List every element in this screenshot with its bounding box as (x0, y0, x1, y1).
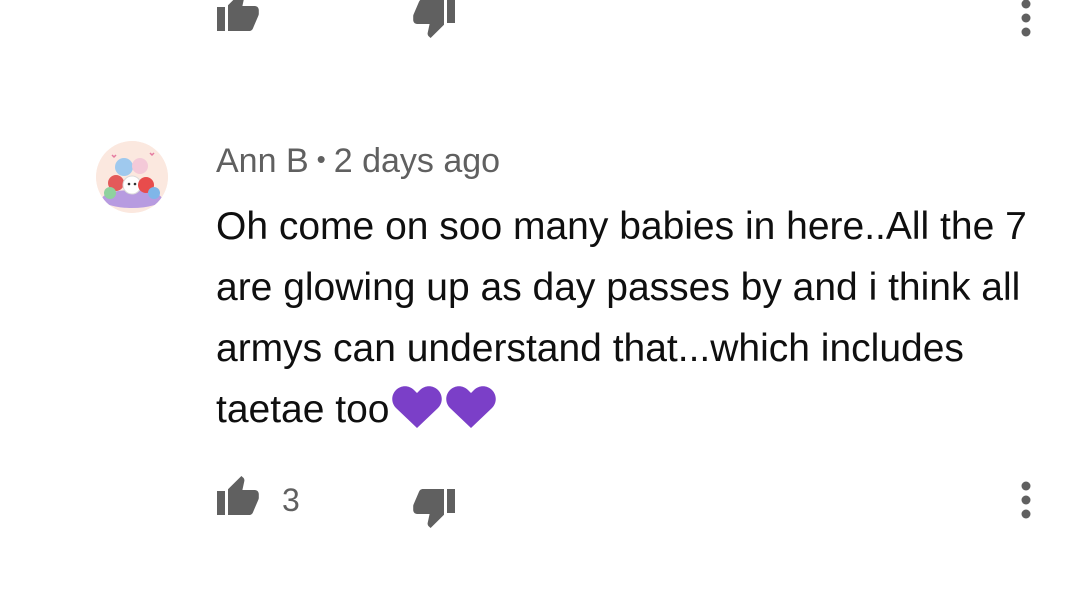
thumbs-down-icon (413, 489, 455, 528)
meta-separator: • (316, 144, 326, 174)
thumbs-up-icon[interactable] (214, 0, 266, 38)
purple-heart-icon (445, 385, 497, 446)
comment-time: 2 days ago (333, 142, 501, 180)
purple-heart-icon (391, 385, 443, 446)
comment-text-block: Oh come on soo many babies in here..All … (216, 196, 1046, 446)
comments-page: Ann B • 2 days ago Oh come on soo many bab… (0, 0, 1080, 607)
author-name[interactable]: Ann B (216, 142, 309, 180)
previous-comment-actions (0, 0, 1080, 46)
thumbs-down-icon[interactable] (406, 0, 458, 44)
comment-text: Oh come on soo many babies in here..All … (216, 205, 1027, 431)
like-count: 3 (282, 482, 300, 518)
more-vert-icon (1021, 481, 1031, 519)
avatar[interactable] (96, 141, 168, 213)
like-button[interactable] (214, 470, 266, 522)
more-vert-icon[interactable] (1006, 0, 1046, 44)
dislike-button[interactable] (406, 482, 458, 534)
comment-meta: Ann B • 2 days ago (216, 141, 500, 183)
comment-menu-button[interactable] (1006, 474, 1046, 526)
thumbs-up-icon (217, 476, 259, 515)
